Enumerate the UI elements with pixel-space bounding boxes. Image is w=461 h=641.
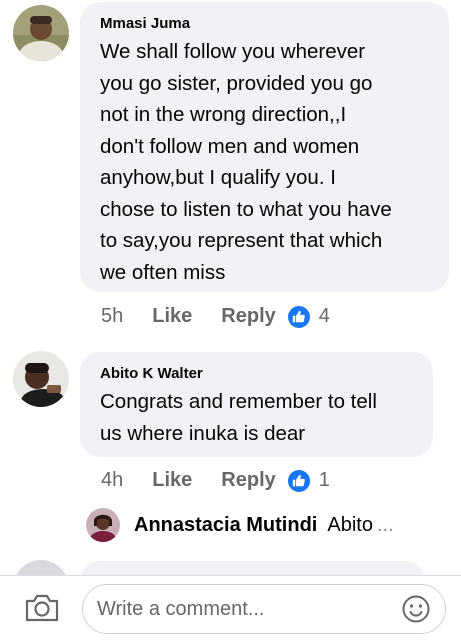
comment-text-line: We shall follow you wherever <box>100 40 366 63</box>
smiley-emoji-icon[interactable] <box>401 594 431 629</box>
comment-bubble: Mmasi Juma We shall follow you wherever … <box>80 2 449 292</box>
comment-timestamp[interactable]: 5h <box>101 305 123 328</box>
like-button[interactable]: Like <box>152 305 192 328</box>
commenter-avatar[interactable] <box>13 351 69 407</box>
reply-button[interactable]: Reply <box>221 469 275 492</box>
comment-input[interactable]: Write a comment... <box>82 584 446 634</box>
reaction-summary[interactable]: 4 <box>287 305 330 328</box>
comment-author[interactable]: Abito K Walter <box>100 365 417 382</box>
camera-icon[interactable] <box>24 593 60 628</box>
comment-text-line: to say,you represent that which <box>100 229 383 252</box>
thumbs-up-icon <box>287 305 310 328</box>
comment-composer: Write a comment... <box>0 575 461 641</box>
comment-input-placeholder[interactable]: Write a comment... <box>97 598 264 621</box>
reply-author-name[interactable]: Annastacia Mutindi <box>134 514 317 537</box>
comment-text-line: Congrats and remember to tell <box>100 390 377 413</box>
avatar-photo-icon <box>13 351 69 407</box>
comment-text-line: don't follow men and women <box>100 134 360 158</box>
reply-preview[interactable]: Annastacia Mutindi Abito ... <box>86 508 394 542</box>
comment-text-line: we often miss <box>100 260 226 284</box>
comment-text-line: chose to listen to what you have <box>100 197 392 221</box>
reply-text: Abito <box>327 513 373 536</box>
reply-button[interactable]: Reply <box>221 305 275 328</box>
reaction-summary[interactable]: 1 <box>287 469 330 492</box>
comment-bubble: Abito K Walter Congrats and remember to … <box>80 352 433 457</box>
comment-timestamp[interactable]: 4h <box>101 469 123 492</box>
avatar-photo-icon <box>13 5 69 61</box>
comment-actions: 5h Like Reply 4 <box>101 305 330 328</box>
commenter-avatar[interactable] <box>13 5 69 61</box>
thumbs-up-icon <box>287 469 310 492</box>
avatar-photo-icon <box>86 508 120 542</box>
reply-author-avatar[interactable] <box>86 508 120 542</box>
reply-ellipsis: ... <box>376 513 394 536</box>
comment-text-line: us where inuka is dear <box>100 421 306 445</box>
comment-author[interactable]: Mmasi Juma <box>100 15 433 32</box>
comment-text-line: anyhow,but I qualify you. I <box>100 166 336 189</box>
like-button[interactable]: Like <box>152 469 192 492</box>
comment-actions: 4h Like Reply 1 <box>101 469 330 492</box>
comment-text-line: not in the wrong direction,,I <box>100 103 347 126</box>
reaction-count: 1 <box>318 469 330 491</box>
comment-text-line: you go sister, provided you go <box>100 71 373 95</box>
reaction-count: 4 <box>318 305 330 327</box>
